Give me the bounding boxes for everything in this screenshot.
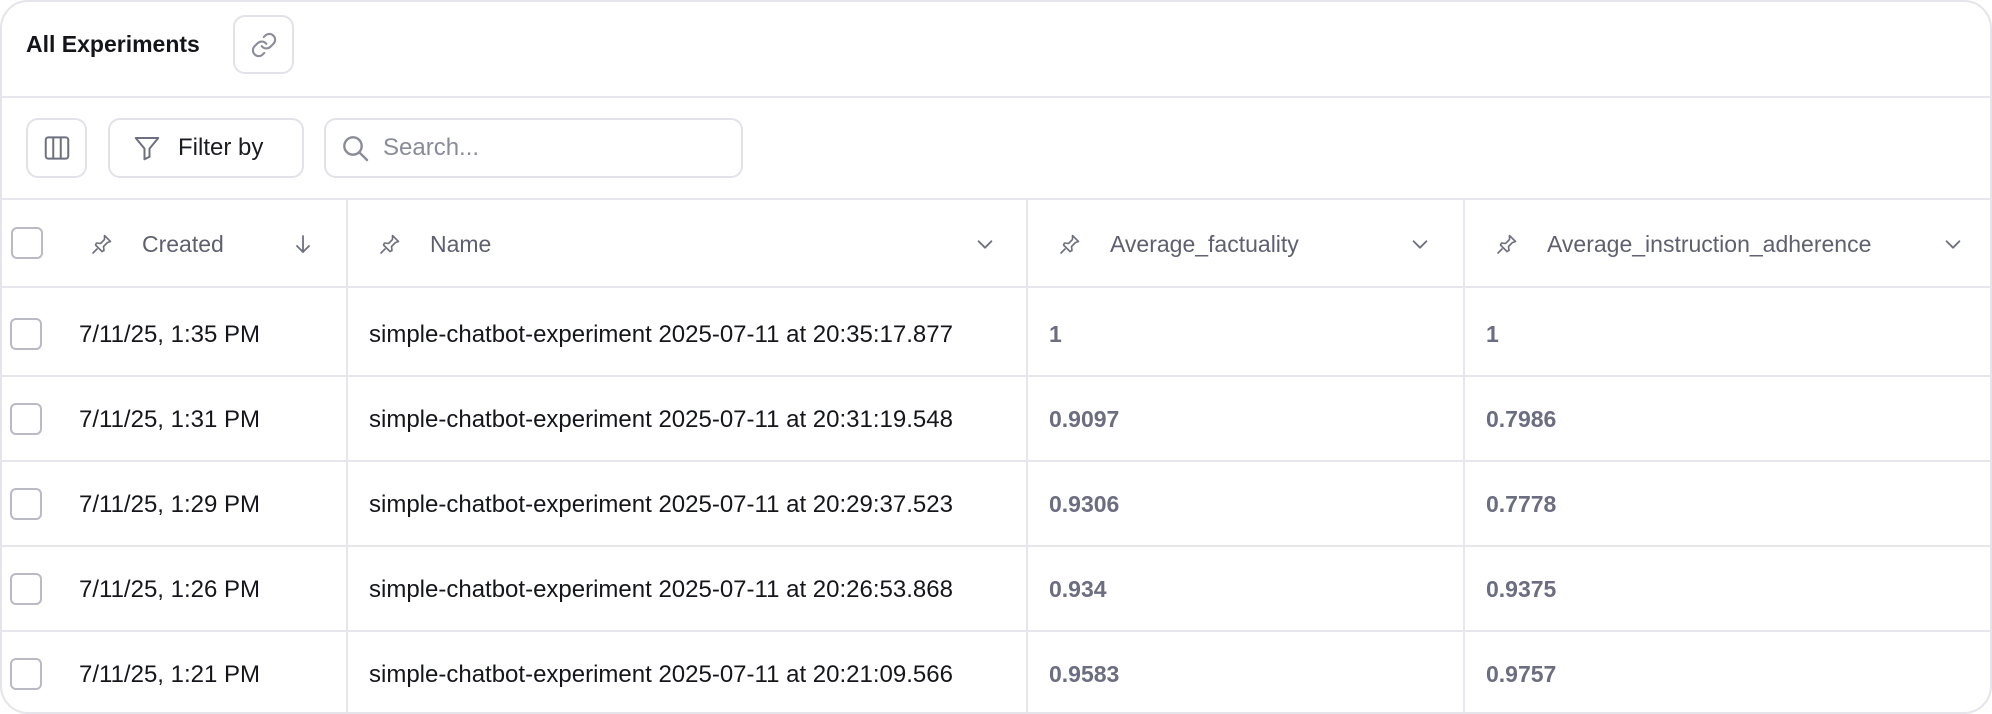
table-row[interactable]: 7/11/25, 1:31 PM simple-chatbot-experime…	[2, 377, 1990, 462]
row-checkbox[interactable]	[10, 573, 42, 605]
column-header-average-factuality[interactable]: Average_factuality	[1058, 200, 1438, 288]
columns-icon	[42, 133, 72, 163]
column-label-average-factuality: Average_factuality	[1110, 230, 1299, 257]
cell-name[interactable]: simple-chatbot-experiment 2025-07-11 at …	[369, 377, 953, 462]
panel-header: All Experiments	[2, 2, 1990, 98]
search-icon	[339, 132, 371, 164]
cell-created: 7/11/25, 1:35 PM	[79, 320, 261, 348]
cell-created: 7/11/25, 1:29 PM	[79, 490, 261, 518]
cell-average-factuality: 0.9306	[1049, 491, 1120, 517]
column-label-average-instruction-adherence: Average_instruction_adherence	[1547, 230, 1872, 257]
search-box[interactable]	[324, 118, 743, 178]
filter-button[interactable]: Filter by	[108, 118, 304, 178]
columns-toggle-button[interactable]	[26, 118, 87, 178]
column-label-created: Created	[142, 230, 224, 257]
chevron-down-icon[interactable]	[1409, 233, 1431, 255]
page-title: All Experiments	[26, 31, 200, 57]
funnel-icon	[132, 133, 162, 163]
cell-average-instruction-adherence: 0.7986	[1486, 406, 1557, 432]
experiments-panel: All Experiments Filter by Search... Crea…	[0, 0, 1992, 714]
column-label-name: Name	[430, 230, 492, 257]
pin-icon[interactable]	[378, 232, 402, 256]
cell-name[interactable]: simple-chatbot-experiment 2025-07-11 at …	[369, 547, 953, 632]
table-toolbar: Filter by	[2, 98, 1990, 200]
column-header-name[interactable]: Name	[378, 200, 998, 288]
column-header-created[interactable]: Created	[90, 200, 350, 288]
column-header-average-instruction-adherence[interactable]: Average_instruction_adherence	[1495, 200, 1975, 288]
pin-icon[interactable]	[1058, 232, 1082, 256]
row-checkbox[interactable]	[10, 318, 42, 350]
row-checkbox[interactable]	[10, 403, 42, 435]
search-input[interactable]	[383, 134, 723, 162]
table-row[interactable]: 7/11/25, 1:26 PM simple-chatbot-experime…	[2, 547, 1990, 632]
copy-link-button[interactable]	[233, 15, 294, 74]
sort-arrow-down-icon[interactable]	[291, 232, 315, 256]
cell-average-instruction-adherence: 1	[1486, 321, 1499, 347]
cell-average-instruction-adherence: 0.9375	[1486, 576, 1557, 602]
cell-average-factuality: 0.934	[1049, 576, 1107, 602]
cell-name[interactable]: simple-chatbot-experiment 2025-07-11 at …	[369, 462, 953, 547]
table-row[interactable]: 7/11/25, 1:21 PM simple-chatbot-experime…	[2, 632, 1990, 712]
chevron-down-icon[interactable]	[1942, 233, 1964, 255]
filter-button-label: Filter by	[178, 134, 264, 161]
select-all-checkbox[interactable]	[11, 227, 43, 259]
cell-average-instruction-adherence: 0.9757	[1486, 661, 1557, 687]
table-header: Created Name Average_factuality Average_…	[2, 200, 1990, 288]
cell-created: 7/11/25, 1:21 PM	[79, 660, 261, 688]
table-row[interactable]: 7/11/25, 1:29 PM simple-chatbot-experime…	[2, 462, 1990, 547]
cell-created: 7/11/25, 1:31 PM	[79, 405, 261, 433]
cell-average-factuality: 1	[1049, 321, 1062, 347]
link-icon	[250, 31, 278, 59]
cell-name[interactable]: simple-chatbot-experiment 2025-07-11 at …	[369, 292, 953, 377]
cell-created: 7/11/25, 1:26 PM	[79, 575, 261, 603]
chevron-down-icon[interactable]	[974, 233, 996, 255]
cell-average-instruction-adherence: 0.7778	[1486, 491, 1557, 517]
cell-average-factuality: 0.9097	[1049, 406, 1120, 432]
cell-name[interactable]: simple-chatbot-experiment 2025-07-11 at …	[369, 632, 953, 712]
row-checkbox[interactable]	[10, 488, 42, 520]
table-row[interactable]: 7/11/25, 1:35 PM simple-chatbot-experime…	[2, 292, 1990, 377]
cell-average-factuality: 0.9583	[1049, 661, 1120, 687]
row-checkbox[interactable]	[10, 658, 42, 690]
pin-icon[interactable]	[1495, 232, 1519, 256]
pin-icon[interactable]	[90, 232, 114, 256]
